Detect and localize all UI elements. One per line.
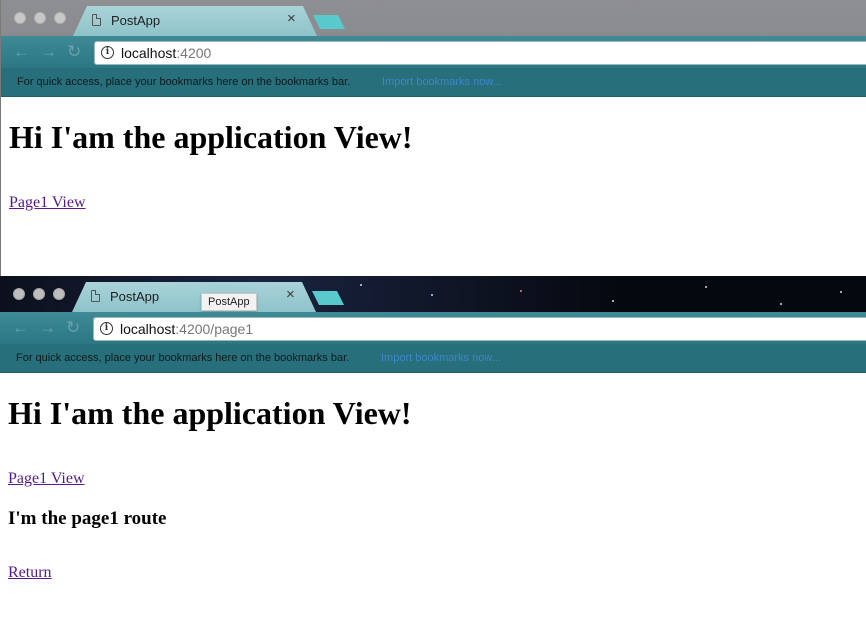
zoom-window-button[interactable] <box>53 288 65 300</box>
tab-close-icon[interactable]: × <box>287 10 296 27</box>
url-host: localhost <box>120 321 176 337</box>
address-bar[interactable]: i localhost:4200 <box>94 41 866 65</box>
page-content: Hi I'am the application View! Page1 View <box>1 119 866 212</box>
bookmarks-bar-hint: For quick access, place your bookmarks h… <box>17 76 351 88</box>
minimize-window-button[interactable] <box>33 288 45 300</box>
close-window-button[interactable] <box>13 288 25 300</box>
bookmarks-bar: For quick access, place your bookmarks h… <box>0 344 866 373</box>
window-controls <box>14 12 66 24</box>
starfield-star <box>431 294 433 296</box>
tab-title: PostApp <box>111 13 161 28</box>
browser-toolbar: ← → ↻ i localhost:4200 <box>1 36 866 68</box>
address-url[interactable]: localhost:4200/page1 <box>120 321 253 337</box>
bookmarks-bar-hint: For quick access, place your bookmarks h… <box>16 352 350 364</box>
page1-view-link[interactable]: Page1 View <box>9 194 86 212</box>
page-heading: Hi I'am the application View! <box>9 119 413 155</box>
starfield-star <box>520 290 522 292</box>
window-controls <box>13 288 65 300</box>
tab-background <box>73 6 317 36</box>
back-arrow-icon[interactable]: ← <box>13 42 30 62</box>
forward-arrow-icon[interactable]: → <box>40 42 57 62</box>
tab-tooltip: PostApp <box>201 293 257 311</box>
starfield-star <box>840 291 842 293</box>
starfield-star <box>780 303 782 305</box>
url-host: localhost <box>121 45 177 61</box>
tab-strip: PostApp × PostApp <box>0 276 866 312</box>
new-tab-button[interactable] <box>313 15 345 29</box>
tab-background <box>72 282 316 312</box>
starfield-star <box>705 286 707 288</box>
page1-view-link[interactable]: Page1 View <box>8 470 85 488</box>
info-icon[interactable]: i <box>101 46 114 59</box>
url-port-path: :4200 <box>176 45 212 61</box>
reload-icon[interactable]: ↻ <box>67 42 81 62</box>
import-bookmarks-link[interactable]: Import bookmarks now... <box>382 76 502 88</box>
address-bar[interactable]: i localhost:4200/page1 <box>93 317 866 341</box>
return-link[interactable]: Return <box>8 564 52 582</box>
close-window-button[interactable] <box>14 12 26 24</box>
browser-window-2: PostApp × PostApp ← → ↻ i localhost:4200… <box>0 276 866 626</box>
zoom-window-button[interactable] <box>54 12 66 24</box>
reload-icon[interactable]: ↻ <box>66 318 80 338</box>
bookmarks-bar: For quick access, place your bookmarks h… <box>1 68 866 97</box>
tab-close-icon[interactable]: × <box>286 286 295 303</box>
browser-toolbar: ← → ↻ i localhost:4200/page1 <box>0 312 866 344</box>
address-url[interactable]: localhost:4200 <box>121 45 211 61</box>
import-bookmarks-link[interactable]: Import bookmarks now... <box>381 352 501 364</box>
tab-title: PostApp <box>110 289 160 304</box>
url-port-path: :4200/page1 <box>175 321 254 337</box>
route-heading: I'm the page1 route <box>8 508 167 529</box>
file-icon <box>91 290 100 302</box>
page-content: Hi I'am the application View! Page1 View… <box>0 395 866 582</box>
tab-postapp[interactable]: PostApp × <box>73 6 317 36</box>
tab-postapp[interactable]: PostApp × <box>72 282 316 312</box>
page-heading: Hi I'am the application View! <box>8 395 412 431</box>
tab-strip: PostApp × <box>1 0 866 36</box>
browser-window-1: PostApp × ← → ↻ i localhost:4200 For qui… <box>0 0 866 276</box>
minimize-window-button[interactable] <box>34 12 46 24</box>
forward-arrow-icon[interactable]: → <box>39 318 56 338</box>
starfield-star <box>360 284 362 286</box>
back-arrow-icon[interactable]: ← <box>12 318 29 338</box>
info-icon[interactable]: i <box>100 322 113 335</box>
file-icon <box>92 14 101 26</box>
new-tab-button[interactable] <box>312 291 344 305</box>
starfield-star <box>612 300 614 302</box>
